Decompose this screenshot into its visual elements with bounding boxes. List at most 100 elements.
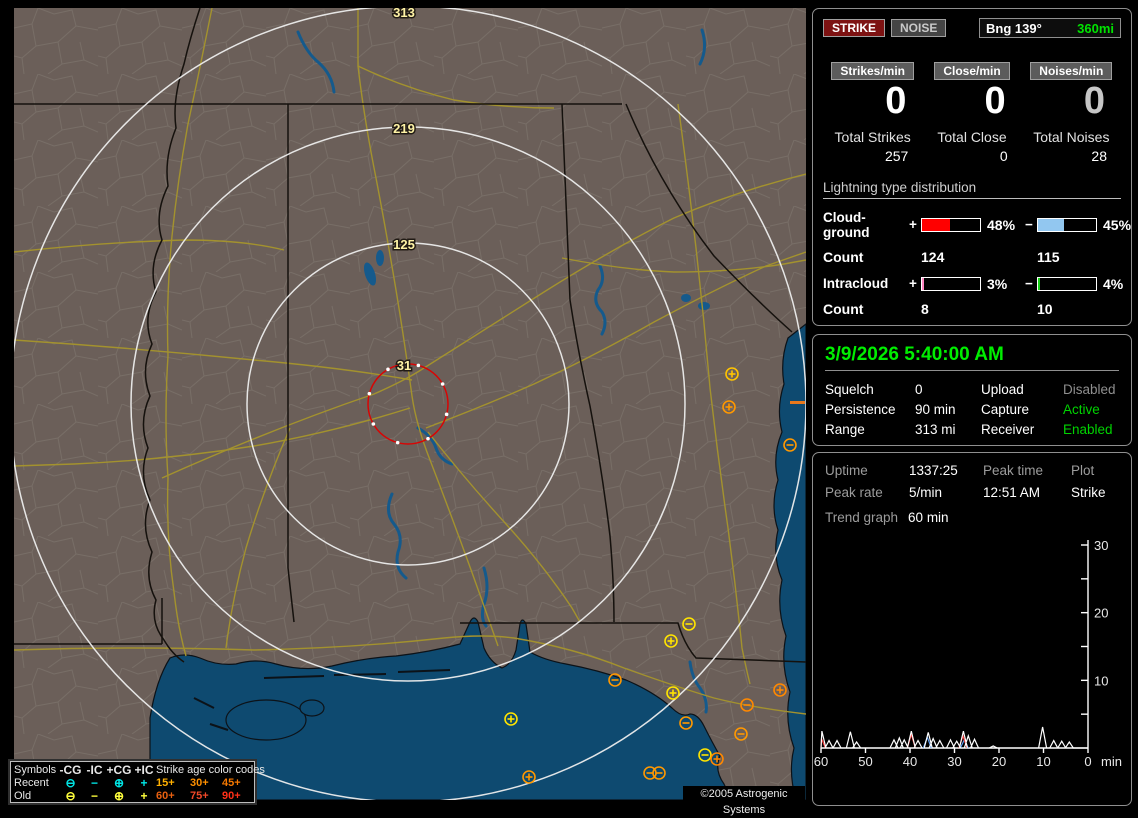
- age-60: 60+: [156, 789, 175, 802]
- total-close-value: 0: [999, 147, 1008, 164]
- time-settings-panel: 3/9/2026 5:40:00 AM Squelch 0 Upload Dis…: [812, 334, 1132, 446]
- age-30: 30+: [190, 776, 209, 789]
- cg-negative-count: 115: [1037, 248, 1060, 265]
- legend-col-pos-ic: +IC: [134, 762, 154, 777]
- cloud-ground-row: Cloud-ground + 48% − 45%: [823, 209, 1131, 240]
- noises-per-min-value: 0: [1083, 80, 1105, 122]
- pos-cg-recent-icon: ⊕: [113, 775, 125, 790]
- intracloud-label: Intracloud: [823, 276, 889, 292]
- plus-sign: +: [909, 276, 917, 292]
- strikes-per-min-button[interactable]: Strikes/min: [831, 62, 915, 80]
- offscreen-strike-edge-marker: [790, 401, 805, 404]
- peak-time-label: Peak time: [983, 463, 1044, 478]
- squelch-value: 0: [915, 382, 923, 397]
- trend-series-strikes-total: [820, 726, 1088, 749]
- copyright-notice: ©2005 Astrogenic Systems: [683, 786, 805, 816]
- strikes-per-min-value: 0: [885, 80, 907, 122]
- age-15: 15+: [156, 776, 175, 789]
- plot-mode-value: Strike: [1071, 485, 1106, 500]
- x-tick-60: 60: [814, 754, 828, 769]
- neg-ic-old-icon: −: [90, 788, 98, 803]
- trend-graph: 10 20 30 60 50 40 30 20 10 0 min: [814, 538, 1122, 769]
- trend-graph-window: 60 min: [908, 510, 949, 525]
- ring-label-219: 219: [393, 121, 415, 136]
- close-per-min-button[interactable]: Close/min: [934, 62, 1010, 80]
- squelch-label: Squelch: [825, 382, 874, 397]
- close-per-min-value: 0: [984, 80, 1006, 122]
- stats-panel: STRIKE NOISE Bng 139° 360mi Strikes/min …: [812, 8, 1132, 326]
- map-area[interactable]: 313 219 125 31: [9, 4, 807, 803]
- neg-cg-old-icon: ⊖: [65, 788, 76, 803]
- cg-negative-bar: [1037, 217, 1097, 232]
- distribution-title: Lightning type distribution: [823, 180, 1121, 199]
- noise-toggle-button[interactable]: NOISE: [891, 19, 947, 37]
- ic-positive-bar: [921, 276, 981, 291]
- legend-row-recent: Recent: [14, 776, 49, 789]
- total-noises-value: 28: [1091, 147, 1107, 164]
- ring-label-125: 125: [393, 237, 415, 252]
- peak-time-value: 12:51 AM: [983, 485, 1041, 500]
- range-setting-value: 313 mi: [915, 422, 956, 437]
- ic-positive-pct: 3%: [987, 275, 1008, 292]
- range-label: Range: [825, 422, 865, 437]
- pos-ic-recent-icon: +: [140, 775, 148, 790]
- close-counter-column: Close/min 0 Total Close 0: [922, 62, 1021, 164]
- pos-cg-old-icon: ⊕: [113, 788, 125, 803]
- noises-counter-column: Noises/min 0 Total Noises 28: [1022, 62, 1121, 164]
- capture-status: Active: [1063, 402, 1100, 417]
- y-tick-20: 20: [1094, 606, 1108, 621]
- intracloud-row: Intracloud + 3% − 4%: [823, 275, 1124, 292]
- total-close-label: Total Close: [937, 128, 1007, 145]
- age-45: 45+: [222, 776, 241, 789]
- upload-status: Disabled: [1063, 382, 1116, 397]
- total-strikes-label: Total Strikes: [834, 128, 911, 145]
- minus-sign: −: [1025, 276, 1033, 292]
- count-label: Count: [823, 248, 864, 265]
- current-datetime: 3/9/2026 5:40:00 AM: [825, 341, 1119, 371]
- ring-label-31: 31: [397, 358, 411, 373]
- upload-label: Upload: [981, 382, 1024, 397]
- cg-positive-count: 124: [921, 248, 945, 265]
- pos-ic-old-icon: +: [140, 788, 148, 803]
- peak-rate-value: 5/min: [909, 485, 943, 500]
- peak-rate-label: Peak rate: [825, 485, 883, 500]
- map-legend: Symbols -CG -IC +CG +IC Strike age color…: [10, 761, 265, 803]
- bearing-range-readout: Bng 139° 360mi: [979, 18, 1121, 38]
- cg-positive-pct: 48%: [987, 216, 1016, 233]
- uptime-value: 1337:25: [909, 463, 958, 478]
- uptime-label: Uptime: [825, 463, 868, 478]
- session-panel: Uptime 1337:25 Peak time Plot Peak rate …: [812, 452, 1132, 806]
- noises-per-min-button[interactable]: Noises/min: [1030, 62, 1113, 80]
- cloud-ground-count-row: Count 124 115: [823, 249, 1121, 265]
- legend-symbols-header: Symbols: [14, 763, 57, 776]
- receiver-status: Enabled: [1063, 422, 1113, 437]
- persistence-value: 90 min: [915, 402, 956, 417]
- bearing-value: Bng 139°: [986, 20, 1042, 36]
- x-axis-unit: min: [1101, 754, 1122, 769]
- strike-toggle-button[interactable]: STRIKE: [823, 19, 886, 37]
- legend-age-header: Strike age color codes: [156, 763, 265, 776]
- age-75: 75+: [190, 789, 209, 802]
- strikes-counter-column: Strikes/min 0 Total Strikes 257: [823, 62, 922, 164]
- receiver-label: Receiver: [981, 422, 1035, 437]
- ic-negative-pct: 4%: [1103, 275, 1124, 292]
- neg-ic-recent-icon: −: [90, 775, 98, 790]
- ring-label-313: 313: [393, 8, 415, 20]
- x-tick-0: 0: [1084, 754, 1091, 769]
- x-tick-10: 10: [1036, 754, 1050, 769]
- count-label: Count: [823, 300, 864, 317]
- legend-col-pos-cg: +CG: [106, 762, 132, 777]
- ic-negative-bar: [1037, 276, 1097, 291]
- radar-map[interactable]: 313 219 125 31: [9, 4, 807, 803]
- total-strikes-value: 257: [884, 147, 909, 164]
- cloud-ground-label: Cloud-ground: [823, 209, 870, 240]
- legend-row-old: Old: [14, 789, 32, 802]
- capture-label: Capture: [981, 402, 1030, 417]
- minus-sign: −: [1025, 217, 1033, 233]
- trend-series-positive-cg: [820, 732, 968, 749]
- y-tick-30: 30: [1094, 538, 1108, 553]
- legend-col-neg-ic: -IC: [86, 762, 103, 777]
- x-tick-50: 50: [858, 754, 872, 769]
- neg-cg-recent-icon: ⊖: [65, 775, 76, 790]
- age-90: 90+: [222, 789, 241, 802]
